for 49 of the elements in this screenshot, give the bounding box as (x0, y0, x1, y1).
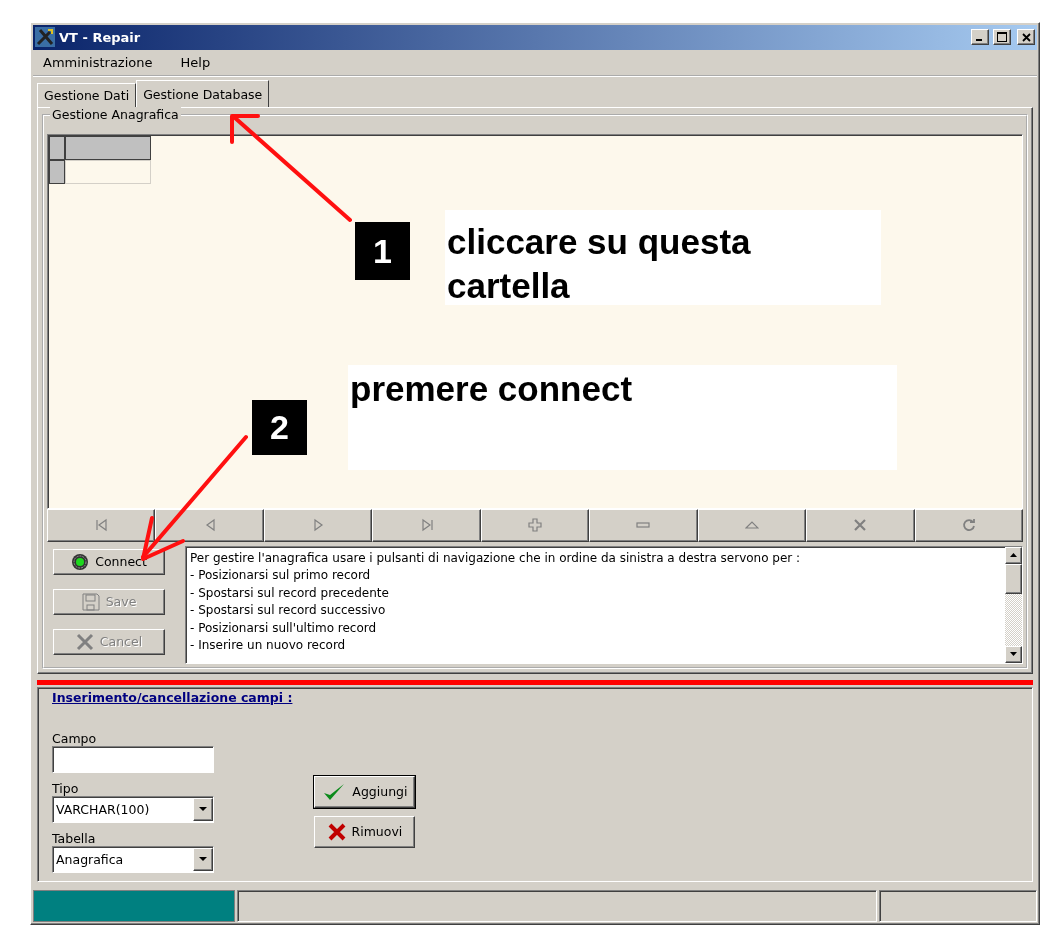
check-mark-icon (322, 781, 347, 802)
section-title: Inserimento/cancellazione campi : (52, 689, 293, 705)
hammer-wrench-icon (35, 27, 55, 48)
add-button[interactable]: Aggiungi (314, 775, 416, 808)
refresh-icon (961, 518, 976, 533)
cross-icon (75, 632, 94, 651)
grid-row-header-cell (49, 159, 65, 184)
tab[interactable]: Gestione Database (136, 79, 270, 108)
campo-input-field[interactable] (52, 745, 214, 773)
help-memo[interactable] (185, 545, 1023, 664)
scroll-up-button[interactable] (1005, 546, 1022, 564)
tipo-dropdown[interactable]: VARCHAR(100) (52, 795, 214, 823)
maximize-button[interactable] (993, 29, 1011, 46)
minimize-button[interactable] (971, 29, 989, 46)
grid-corner-cell (49, 135, 65, 160)
help-text-line: - Spostarsi sul record precedente (190, 584, 390, 602)
cancel-icon (853, 518, 868, 533)
help-text-line: - Posizionarsi sul primo record (190, 567, 372, 585)
close-icon (1021, 32, 1031, 42)
menu-item[interactable]: Amministrazione (43, 54, 153, 70)
down-arrow-icon (1010, 652, 1017, 657)
step-number: 1 (355, 222, 410, 280)
tabella-dropdown[interactable]: Anagrafica (52, 845, 214, 873)
remove-button[interactable]: Rimuovi (314, 815, 416, 848)
close-button[interactable] (1017, 29, 1035, 46)
field-label: Campo (52, 730, 98, 746)
help-text-line: - Posizionarsi sull'ultimo record (190, 619, 378, 637)
help-text-line: - Spostarsi sul record successivo (190, 602, 387, 620)
vertical-scrollbar[interactable] (1005, 546, 1022, 663)
insert-icon (528, 518, 542, 533)
help-text-line: - Inserire un nuovo record (190, 637, 347, 655)
scroll-thumb[interactable] (1005, 563, 1022, 594)
annotation-text: premere connect (348, 365, 897, 470)
annotation-text: cliccare su questa cartella (445, 210, 881, 305)
step-number: 2 (252, 400, 307, 455)
scroll-down-button[interactable] (1005, 645, 1022, 663)
maximize-icon (997, 32, 1007, 43)
group-title: Gestione Anagrafica (50, 106, 181, 122)
window-title: VT - Repair (59, 29, 142, 45)
first-icon (94, 518, 109, 533)
help-text-line: Per gestire l'anagrafica usare i pulsanti di navigazione che in ordine da sinistra a destra servono per : (190, 549, 802, 567)
connect-button[interactable]: Connect (53, 548, 165, 575)
menu-item[interactable]: Help (180, 54, 211, 70)
field-label: Tipo (52, 780, 80, 796)
indicator-light-icon (71, 552, 90, 571)
cross-icon (327, 822, 346, 841)
field-label: Tabella (52, 830, 97, 846)
up-arrow-icon (1010, 553, 1017, 558)
last-icon (419, 518, 434, 533)
